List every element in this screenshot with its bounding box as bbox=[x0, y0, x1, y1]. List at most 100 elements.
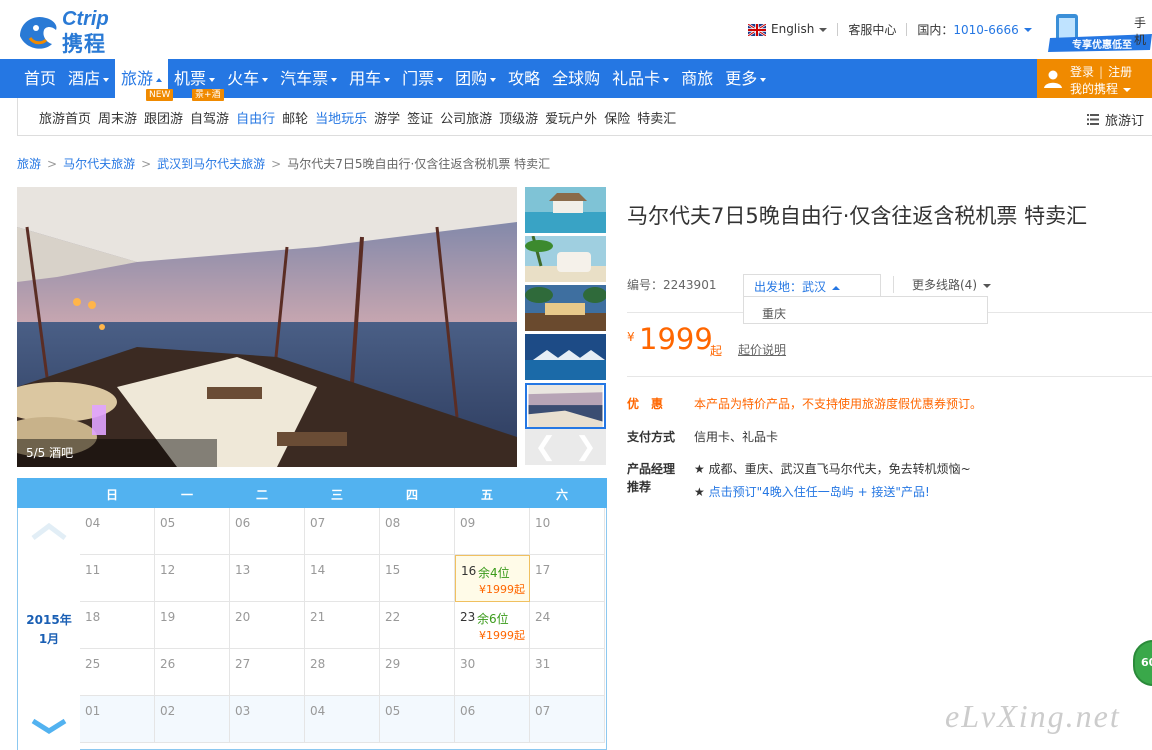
discount-text: 本产品为特价产品，不支持使用旅游度假优惠券预订。 bbox=[694, 397, 983, 411]
dolphin-logo-icon bbox=[20, 16, 57, 49]
register-link[interactable]: 注册 bbox=[1108, 65, 1132, 79]
subnav-item[interactable]: 特卖汇 bbox=[637, 108, 676, 127]
tour-orders-link[interactable]: 旅游订 bbox=[1086, 110, 1144, 129]
chevron-up-icon bbox=[832, 285, 841, 290]
thumbnail-3[interactable] bbox=[525, 285, 606, 331]
nav-item[interactable]: 汽车票 bbox=[274, 59, 343, 98]
my-ctrip-link[interactable]: 我的携程 bbox=[1070, 80, 1132, 97]
nav-item-label: 商旅 bbox=[681, 69, 714, 88]
login-box[interactable]: 登录 | 注册 我的携程 bbox=[1037, 59, 1152, 98]
list-icon bbox=[1086, 114, 1099, 129]
breadcrumb-link-tour[interactable]: 旅游 bbox=[17, 157, 41, 171]
mobile-label: 手机 bbox=[1134, 16, 1147, 47]
chevron-down-icon bbox=[1023, 28, 1032, 32]
nav-item[interactable]: 更多 bbox=[719, 59, 772, 98]
departure-selector[interactable]: 出发地：武汉 bbox=[743, 274, 881, 296]
calendar-day-available[interactable]: 23 余6位 ¥1999起 bbox=[455, 602, 530, 649]
subnav-item[interactable]: 邮轮 bbox=[282, 108, 308, 127]
subnav-item-label: 保险 bbox=[604, 111, 631, 127]
price-note-link[interactable]: 起价说明 bbox=[738, 341, 786, 358]
nav-item[interactable]: 礼品卡 bbox=[606, 59, 675, 98]
subnav-item[interactable]: 自由行 bbox=[236, 108, 275, 127]
departure-option[interactable]: 重庆 bbox=[762, 307, 786, 321]
ctrip-logo[interactable]: Ctrip 携程 bbox=[16, 6, 136, 56]
subnav-item-label: 自由行 bbox=[236, 111, 276, 127]
main-photo[interactable]: 5/5 酒吧 bbox=[17, 187, 517, 467]
next-arrow-icon[interactable]: ❯ bbox=[566, 429, 607, 465]
subnav-item[interactable]: 旅游首页 bbox=[39, 108, 91, 127]
calendar-day: 27 bbox=[230, 649, 305, 696]
chevron-up-icon[interactable] bbox=[31, 522, 67, 540]
day-number: 07 bbox=[535, 704, 551, 718]
customer-service-link[interactable]: 客服中心 bbox=[848, 21, 896, 38]
weekday-label: 四 bbox=[405, 488, 418, 502]
nav-item[interactable]: 门票 bbox=[396, 59, 449, 98]
subnav-item[interactable]: 跟团游 NEW bbox=[144, 88, 183, 127]
subnav-item[interactable]: 公司旅游 bbox=[440, 108, 492, 127]
day-number: 05 bbox=[385, 704, 401, 718]
subnav-item[interactable]: 自驾游 景+酒 bbox=[190, 88, 229, 127]
beach-bed-photo bbox=[525, 236, 606, 282]
calendar-day-available[interactable]: 16 余4位 ¥1999起 bbox=[455, 555, 530, 602]
recommend-2-link[interactable]: 点击预订"4晚入住任一岛屿 + 接送"产品! bbox=[709, 485, 930, 499]
language-selector[interactable]: English bbox=[747, 22, 828, 37]
floating-service-button[interactable]: 60 bbox=[1133, 640, 1152, 686]
nav-item[interactable]: 攻略 bbox=[502, 59, 546, 98]
day-number: 10 bbox=[535, 516, 551, 530]
subnav-item-label: 邮轮 bbox=[282, 111, 309, 127]
subnav-item[interactable]: 签证 bbox=[407, 108, 433, 127]
user-icon bbox=[1044, 70, 1062, 88]
prev-arrow-icon[interactable]: ❮ bbox=[525, 429, 566, 465]
nav-item[interactable]: 用车 bbox=[343, 59, 396, 98]
mobile-promo[interactable]: 手机 专享优惠低至 bbox=[1046, 12, 1152, 52]
depart-label: 出发地： bbox=[754, 280, 803, 294]
bar-deck-thumb-photo bbox=[528, 385, 603, 427]
more-routes-dropdown[interactable]: 更多线路(4) bbox=[893, 276, 991, 293]
breadcrumb-link-maldives[interactable]: 马尔代夫旅游 bbox=[63, 157, 135, 171]
chevron-down-icon[interactable] bbox=[31, 717, 67, 735]
day-number: 24 bbox=[535, 610, 551, 624]
day-number: 29 bbox=[385, 657, 401, 671]
subnav-item[interactable]: 保险 bbox=[604, 108, 630, 127]
day-number: 20 bbox=[235, 610, 251, 624]
divider bbox=[906, 22, 908, 36]
calendar-day: 17 bbox=[530, 555, 605, 602]
thumbnail-1[interactable] bbox=[525, 187, 606, 233]
calendar-day: 07 bbox=[305, 508, 380, 555]
chevron-down-icon bbox=[819, 27, 828, 32]
nav-item[interactable]: 全球购 bbox=[546, 59, 606, 98]
nav-item[interactable]: 团购 bbox=[449, 59, 502, 98]
nav-item-label: 机票 bbox=[174, 69, 207, 88]
thumbnail-2[interactable] bbox=[525, 236, 606, 282]
subnav-item[interactable]: 顶级游 bbox=[499, 108, 538, 127]
thumbnail-5-selected[interactable] bbox=[525, 383, 606, 429]
calendar-day: 25 bbox=[80, 649, 155, 696]
logo-text-cn: 携程 bbox=[62, 32, 106, 56]
nav-item-label: 汽车票 bbox=[280, 69, 329, 88]
tour-orders-label: 旅游订 bbox=[1104, 114, 1144, 129]
nav-item[interactable]: 首页 bbox=[18, 59, 62, 98]
breadcrumb-current: 马尔代夫7日5晚自由行·仅含往返含税机票 特卖汇 bbox=[287, 157, 551, 171]
day-number: 07 bbox=[310, 516, 326, 530]
nav-item[interactable]: 酒店 bbox=[62, 59, 115, 98]
subnav-item[interactable]: 周末游 bbox=[98, 108, 137, 127]
star-icon: ★ bbox=[694, 485, 705, 499]
more-routes-label: 更多线路(4) bbox=[912, 278, 977, 292]
breadcrumb-link-wuhan-maldives[interactable]: 武汉到马尔代夫旅游 bbox=[157, 157, 265, 171]
subnav-item[interactable]: 游学 bbox=[374, 108, 400, 127]
login-link[interactable]: 登录 bbox=[1070, 65, 1094, 79]
product-title: 马尔代夫7日5晚自由行·仅含往返含税机票 特卖汇 bbox=[627, 204, 1088, 228]
departure-dropdown: 重庆 bbox=[743, 296, 988, 324]
subnav-item[interactable]: 爱玩户外 bbox=[545, 108, 597, 127]
nav-item[interactable]: 商旅 bbox=[675, 59, 719, 98]
recommend-2[interactable]: ★ 点击预订"4晚入住任一岛屿 + 接送"产品! bbox=[694, 483, 930, 500]
thumbnail-4[interactable] bbox=[525, 334, 606, 380]
code-value: 2243901 bbox=[663, 278, 717, 292]
day-number: 03 bbox=[235, 704, 251, 718]
subnav-item[interactable]: 当地玩乐 bbox=[315, 108, 367, 127]
calendar-day: 15 bbox=[380, 555, 455, 602]
domestic-phone[interactable]: 国内：1010-6666 bbox=[917, 21, 1032, 38]
nav-item[interactable]: 火车 bbox=[221, 59, 274, 98]
calendar-day: 06 bbox=[230, 508, 305, 555]
day-number: 16 bbox=[461, 564, 477, 578]
